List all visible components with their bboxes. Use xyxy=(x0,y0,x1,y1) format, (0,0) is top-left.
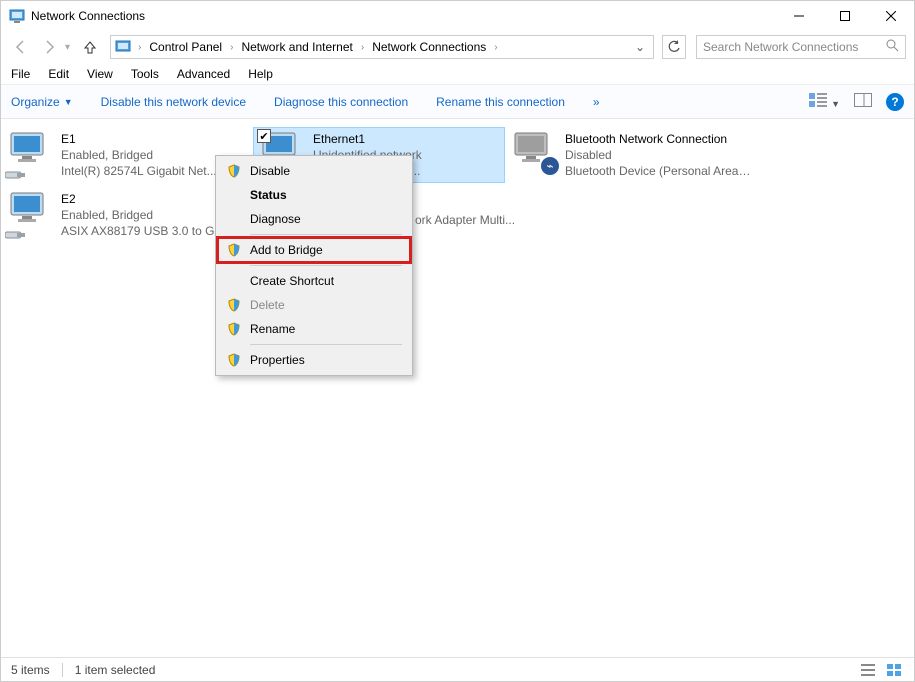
search-icon xyxy=(886,39,899,55)
menu-file[interactable]: File xyxy=(11,67,30,81)
status-selected: 1 item selected xyxy=(75,663,156,677)
icons-view-button[interactable] xyxy=(884,661,904,679)
menu-separator xyxy=(250,344,402,345)
context-menu-label: Create Shortcut xyxy=(244,274,334,288)
context-menu-item[interactable]: Rename xyxy=(218,317,410,341)
breadcrumb-item[interactable]: Network and Internet xyxy=(238,40,355,54)
connection-item[interactable]: ⌁ Bluetooth Network Connection Disabled … xyxy=(505,127,757,183)
content-area[interactable]: E1 Enabled, Bridged Intel(R) 82574L Giga… xyxy=(1,119,914,657)
network-adapter-icon xyxy=(7,131,55,173)
address-dropdown-icon[interactable]: ⌄ xyxy=(631,40,649,54)
details-view-button[interactable] xyxy=(858,661,878,679)
minimize-button[interactable] xyxy=(776,1,822,31)
search-input[interactable]: Search Network Connections xyxy=(696,35,906,59)
up-button[interactable] xyxy=(78,35,102,59)
view-options-button[interactable]: ▼ xyxy=(809,93,840,110)
refresh-button[interactable] xyxy=(662,35,686,59)
context-menu-item: Delete xyxy=(218,293,410,317)
forward-button[interactable] xyxy=(37,35,61,59)
connection-name: E1 xyxy=(61,131,217,147)
shield-icon xyxy=(224,243,244,257)
context-menu-item[interactable]: Status xyxy=(218,183,410,207)
context-menu: Disable Status Diagnose Add to Bridge Create… xyxy=(215,155,413,376)
window-title: Network Connections xyxy=(31,9,776,23)
connection-status: Disabled xyxy=(565,147,751,163)
window-controls xyxy=(776,1,914,31)
preview-pane-button[interactable] xyxy=(854,93,872,110)
connection-device: ASIX AX88179 USB 3.0 to Gi... xyxy=(61,223,227,239)
checkbox-icon: ✔ xyxy=(257,129,271,143)
network-adapter-icon xyxy=(7,191,55,233)
menu-separator xyxy=(250,234,402,235)
context-menu-label: Add to Bridge xyxy=(244,243,323,257)
connection-status: Enabled, Bridged xyxy=(61,147,217,163)
context-menu-item[interactable]: Create Shortcut xyxy=(218,269,410,293)
cable-icon xyxy=(5,227,27,237)
context-menu-label: Properties xyxy=(244,353,305,367)
close-button[interactable] xyxy=(868,1,914,31)
menu-tools[interactable]: Tools xyxy=(131,67,159,81)
breadcrumb[interactable]: › Control Panel › Network and Internet ›… xyxy=(110,35,654,59)
more-commands-button[interactable]: » xyxy=(593,95,600,109)
toolbar: Organize ▼ Disable this network device D… xyxy=(1,85,914,119)
cable-icon xyxy=(5,167,27,177)
context-menu-label: Diagnose xyxy=(244,212,301,226)
chevron-right-icon[interactable]: › xyxy=(227,42,236,53)
menu-advanced[interactable]: Advanced xyxy=(177,67,230,81)
breadcrumb-item[interactable]: Control Panel xyxy=(146,40,225,54)
connection-status: Enabled, Bridged xyxy=(61,207,227,223)
statusbar: 5 items 1 item selected xyxy=(1,657,914,681)
menu-view[interactable]: View xyxy=(87,67,113,81)
chevron-right-icon[interactable]: › xyxy=(358,42,367,53)
connection-name: Bluetooth Network Connection xyxy=(565,131,751,147)
chevron-down-icon: ▼ xyxy=(64,97,73,107)
shield-icon xyxy=(224,353,244,367)
disable-device-button[interactable]: Disable this network device xyxy=(101,95,246,109)
menu-help[interactable]: Help xyxy=(248,67,273,81)
shield-icon xyxy=(224,322,244,336)
menu-separator xyxy=(250,265,402,266)
breadcrumb-item[interactable]: Network Connections xyxy=(369,40,489,54)
maximize-button[interactable] xyxy=(822,1,868,31)
context-menu-label: Delete xyxy=(244,298,285,312)
context-menu-item[interactable]: Disable xyxy=(218,159,410,183)
navbar: ▾ › Control Panel › Network and Internet… xyxy=(1,31,914,63)
recent-dropdown-icon[interactable]: ▾ xyxy=(65,42,70,53)
context-menu-item[interactable]: Properties xyxy=(218,348,410,372)
status-count: 5 items xyxy=(11,663,50,677)
menu-edit[interactable]: Edit xyxy=(48,67,69,81)
context-menu-item[interactable]: Diagnose xyxy=(218,207,410,231)
bluetooth-icon: ⌁ xyxy=(541,157,559,175)
shield-icon xyxy=(224,164,244,178)
menubar: File Edit View Tools Advanced Help xyxy=(1,63,914,85)
organize-button[interactable]: Organize ▼ xyxy=(11,95,73,109)
network-adapter-icon: ⌁ xyxy=(511,131,559,173)
context-menu-label: Status xyxy=(244,188,287,202)
context-menu-item[interactable]: Add to Bridge xyxy=(218,238,410,262)
diagnose-button[interactable]: Diagnose this connection xyxy=(274,95,408,109)
shield-icon xyxy=(224,298,244,312)
app-icon xyxy=(9,8,25,24)
connection-name: Ethernet1 xyxy=(313,131,422,147)
chevron-right-icon[interactable]: › xyxy=(135,42,144,53)
connection-device: Intel(R) 82574L Gigabit Net... xyxy=(61,163,217,179)
titlebar: Network Connections xyxy=(1,1,914,31)
chevron-right-icon[interactable]: › xyxy=(491,42,500,53)
search-placeholder: Search Network Connections xyxy=(703,40,858,54)
connection-device-overflow: ork Adapter Multi... xyxy=(415,213,515,227)
context-menu-label: Rename xyxy=(244,322,295,336)
rename-button[interactable]: Rename this connection xyxy=(436,95,565,109)
help-button[interactable]: ? xyxy=(886,93,904,111)
connection-device: Bluetooth Device (Personal Area ... xyxy=(565,163,751,179)
breadcrumb-icon xyxy=(115,39,131,55)
connection-name: E2 xyxy=(61,191,227,207)
context-menu-label: Disable xyxy=(244,164,290,178)
back-button[interactable] xyxy=(9,35,33,59)
